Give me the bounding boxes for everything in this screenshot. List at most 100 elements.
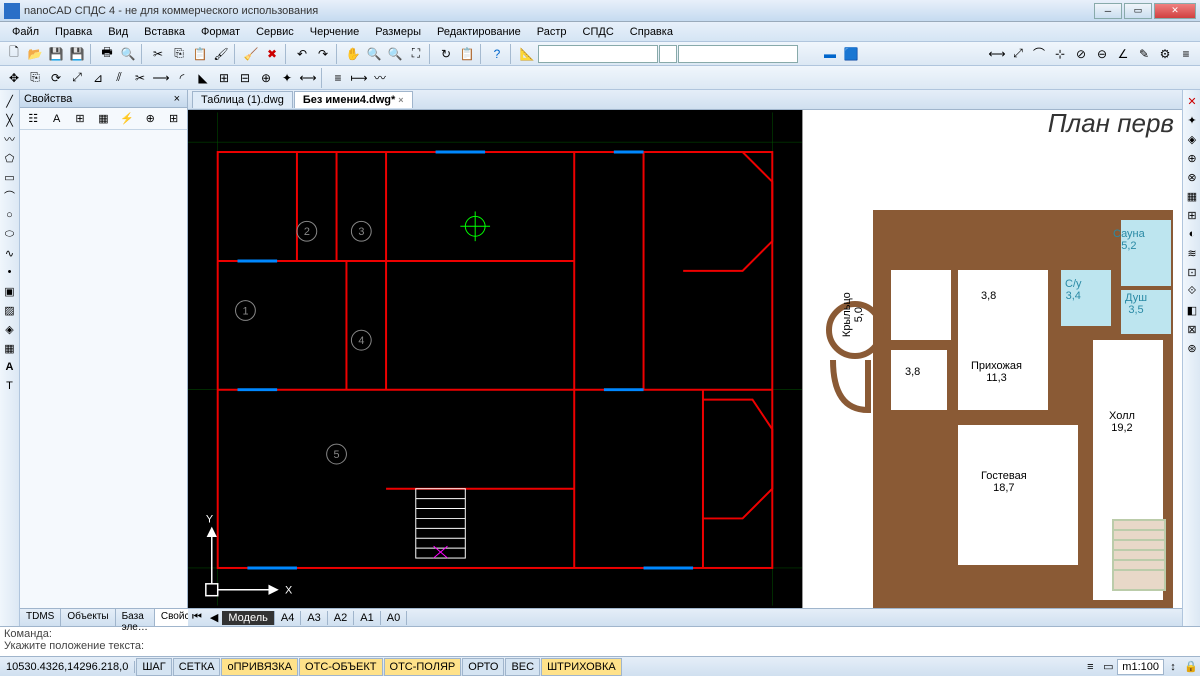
trim-icon[interactable]: ✂: [130, 68, 150, 88]
menu-spds[interactable]: СПДС: [575, 24, 622, 40]
new-icon[interactable]: 🗋: [4, 44, 24, 64]
spds-12-icon[interactable]: ⊠: [1183, 320, 1200, 338]
menu-tools[interactable]: Сервис: [248, 24, 302, 40]
measure-icon[interactable]: 📐: [517, 44, 537, 64]
save-icon[interactable]: 💾: [46, 44, 66, 64]
zoomext-icon[interactable]: ⛶: [406, 44, 426, 64]
file-tab-1[interactable]: Таблица (1).dwg: [192, 91, 293, 108]
linetype-combo[interactable]: [678, 45, 798, 63]
layer-color[interactable]: [659, 45, 677, 63]
rect-icon[interactable]: ▭: [1, 168, 19, 186]
file-tab-2[interactable]: Без имени4.dwg* ×: [294, 91, 413, 108]
snap-otrack[interactable]: ОТС-ОБЪЕКТ: [299, 658, 382, 676]
tab-nav-prev-icon[interactable]: ◀: [206, 611, 222, 624]
ellipse-icon[interactable]: ⬭: [1, 225, 19, 243]
mirror-icon[interactable]: ⊿: [88, 68, 108, 88]
prop-pick-icon[interactable]: ⊕: [141, 110, 159, 128]
pan-icon[interactable]: ✋: [343, 44, 363, 64]
dim-ord-icon[interactable]: ⊹: [1050, 44, 1070, 64]
tab-a4[interactable]: A4: [275, 611, 301, 625]
explode-icon[interactable]: ✦: [277, 68, 297, 88]
spds-13-icon[interactable]: ⊛: [1183, 339, 1200, 357]
move-icon[interactable]: ✥: [4, 68, 24, 88]
menu-format[interactable]: Формат: [193, 24, 248, 40]
menu-help[interactable]: Справка: [622, 24, 681, 40]
open-icon[interactable]: 📂: [25, 44, 45, 64]
menu-insert[interactable]: Вставка: [136, 24, 193, 40]
spds-11-icon[interactable]: ◧: [1183, 301, 1200, 319]
hatch-icon[interactable]: ▨: [1, 301, 19, 319]
zoomwin-icon[interactable]: 🔍: [385, 44, 405, 64]
properties-close-icon[interactable]: ×: [171, 93, 183, 105]
menu-edit[interactable]: Правка: [47, 24, 100, 40]
tab-model[interactable]: Модель: [222, 611, 274, 625]
stretch-icon[interactable]: ⟷: [298, 68, 318, 88]
dim-style-icon[interactable]: ⚙: [1155, 44, 1175, 64]
preview-icon[interactable]: 🔍: [118, 44, 138, 64]
spds-8-icon[interactable]: ≋: [1183, 244, 1200, 262]
spline-icon[interactable]: ∿: [1, 244, 19, 262]
props-icon[interactable]: 📋: [457, 44, 477, 64]
undo-icon[interactable]: ↶: [292, 44, 312, 64]
menu-draw[interactable]: Черчение: [302, 24, 368, 40]
array-icon[interactable]: ⊞: [214, 68, 234, 88]
tab-a0[interactable]: A0: [381, 611, 407, 625]
tab-a3[interactable]: A3: [301, 611, 327, 625]
prop-filter-icon[interactable]: ⊞: [71, 110, 89, 128]
redo-icon[interactable]: ↷: [313, 44, 333, 64]
tab-a2[interactable]: A2: [328, 611, 354, 625]
tab-a1[interactable]: A1: [354, 611, 380, 625]
cad-viewport[interactable]: X Y 1 2 3 4 5: [188, 110, 802, 608]
dim-ang-icon[interactable]: ∠: [1113, 44, 1133, 64]
dim-base-icon[interactable]: ≡: [1176, 44, 1196, 64]
xline-icon[interactable]: ╳: [1, 111, 19, 129]
menu-dim[interactable]: Размеры: [367, 24, 429, 40]
line-icon[interactable]: ╱: [1, 92, 19, 110]
pedit-icon[interactable]: 〰: [370, 68, 390, 88]
file-tab-close-icon[interactable]: ×: [398, 95, 403, 105]
layer-combo[interactable]: [538, 45, 658, 63]
scale-icon[interactable]: ⤢: [67, 68, 87, 88]
prop-az-icon[interactable]: A: [48, 110, 66, 128]
lwt-icon[interactable]: ▬: [820, 44, 840, 64]
tbx-icon[interactable]: 🟦: [841, 44, 861, 64]
spds-4-icon[interactable]: ⊗: [1183, 168, 1200, 186]
prop-cat-icon[interactable]: ☷: [24, 110, 42, 128]
snap-step[interactable]: ШАГ: [136, 658, 171, 676]
text-icon[interactable]: T: [1, 377, 19, 395]
snap-ortho[interactable]: ОРТО: [462, 658, 504, 676]
spds-9-icon[interactable]: ⊡: [1183, 263, 1200, 281]
region-icon[interactable]: ◈: [1, 320, 19, 338]
break-icon[interactable]: ⊟: [235, 68, 255, 88]
help-icon[interactable]: ?: [487, 44, 507, 64]
extend-icon[interactable]: ⟶: [151, 68, 171, 88]
spds-3-icon[interactable]: ⊕: [1183, 149, 1200, 167]
pline-icon[interactable]: 〰: [1, 130, 19, 148]
rotate-icon[interactable]: ⟳: [46, 68, 66, 88]
snap-hatch[interactable]: ШТРИХОВКА: [541, 658, 622, 676]
join-icon[interactable]: ⊕: [256, 68, 276, 88]
dim-edit-icon[interactable]: ✎: [1134, 44, 1154, 64]
tab-tdms[interactable]: TDMS: [20, 609, 61, 626]
table-icon[interactable]: ▦: [1, 339, 19, 357]
spds-1-icon[interactable]: ✦: [1183, 111, 1200, 129]
lengthen-icon[interactable]: ⟼: [349, 68, 369, 88]
dim-dia-icon[interactable]: ⊖: [1092, 44, 1112, 64]
tab-nav-first-icon[interactable]: ⏮: [188, 611, 206, 624]
snap-lwt[interactable]: ВЕС: [505, 658, 540, 676]
spds-2-icon[interactable]: ◈: [1183, 130, 1200, 148]
arc-icon[interactable]: ⌒: [1, 187, 19, 205]
circle-icon[interactable]: ○: [1, 206, 19, 224]
menu-view[interactable]: Вид: [100, 24, 136, 40]
menu-file[interactable]: Файл: [4, 24, 47, 40]
spds-5-icon[interactable]: ▦: [1183, 187, 1200, 205]
dim-linear-icon[interactable]: ⟷: [987, 44, 1007, 64]
saveall-icon[interactable]: 💾: [67, 44, 87, 64]
offset-icon[interactable]: ⫽: [109, 68, 129, 88]
print-icon[interactable]: 🖶: [97, 44, 117, 64]
copy2-icon[interactable]: ⎘: [25, 68, 45, 88]
menu-raster[interactable]: Растр: [529, 24, 575, 40]
block-icon[interactable]: ▣: [1, 282, 19, 300]
scale-display[interactable]: m1:100: [1117, 659, 1164, 675]
menu-modify[interactable]: Редактирование: [429, 24, 529, 40]
